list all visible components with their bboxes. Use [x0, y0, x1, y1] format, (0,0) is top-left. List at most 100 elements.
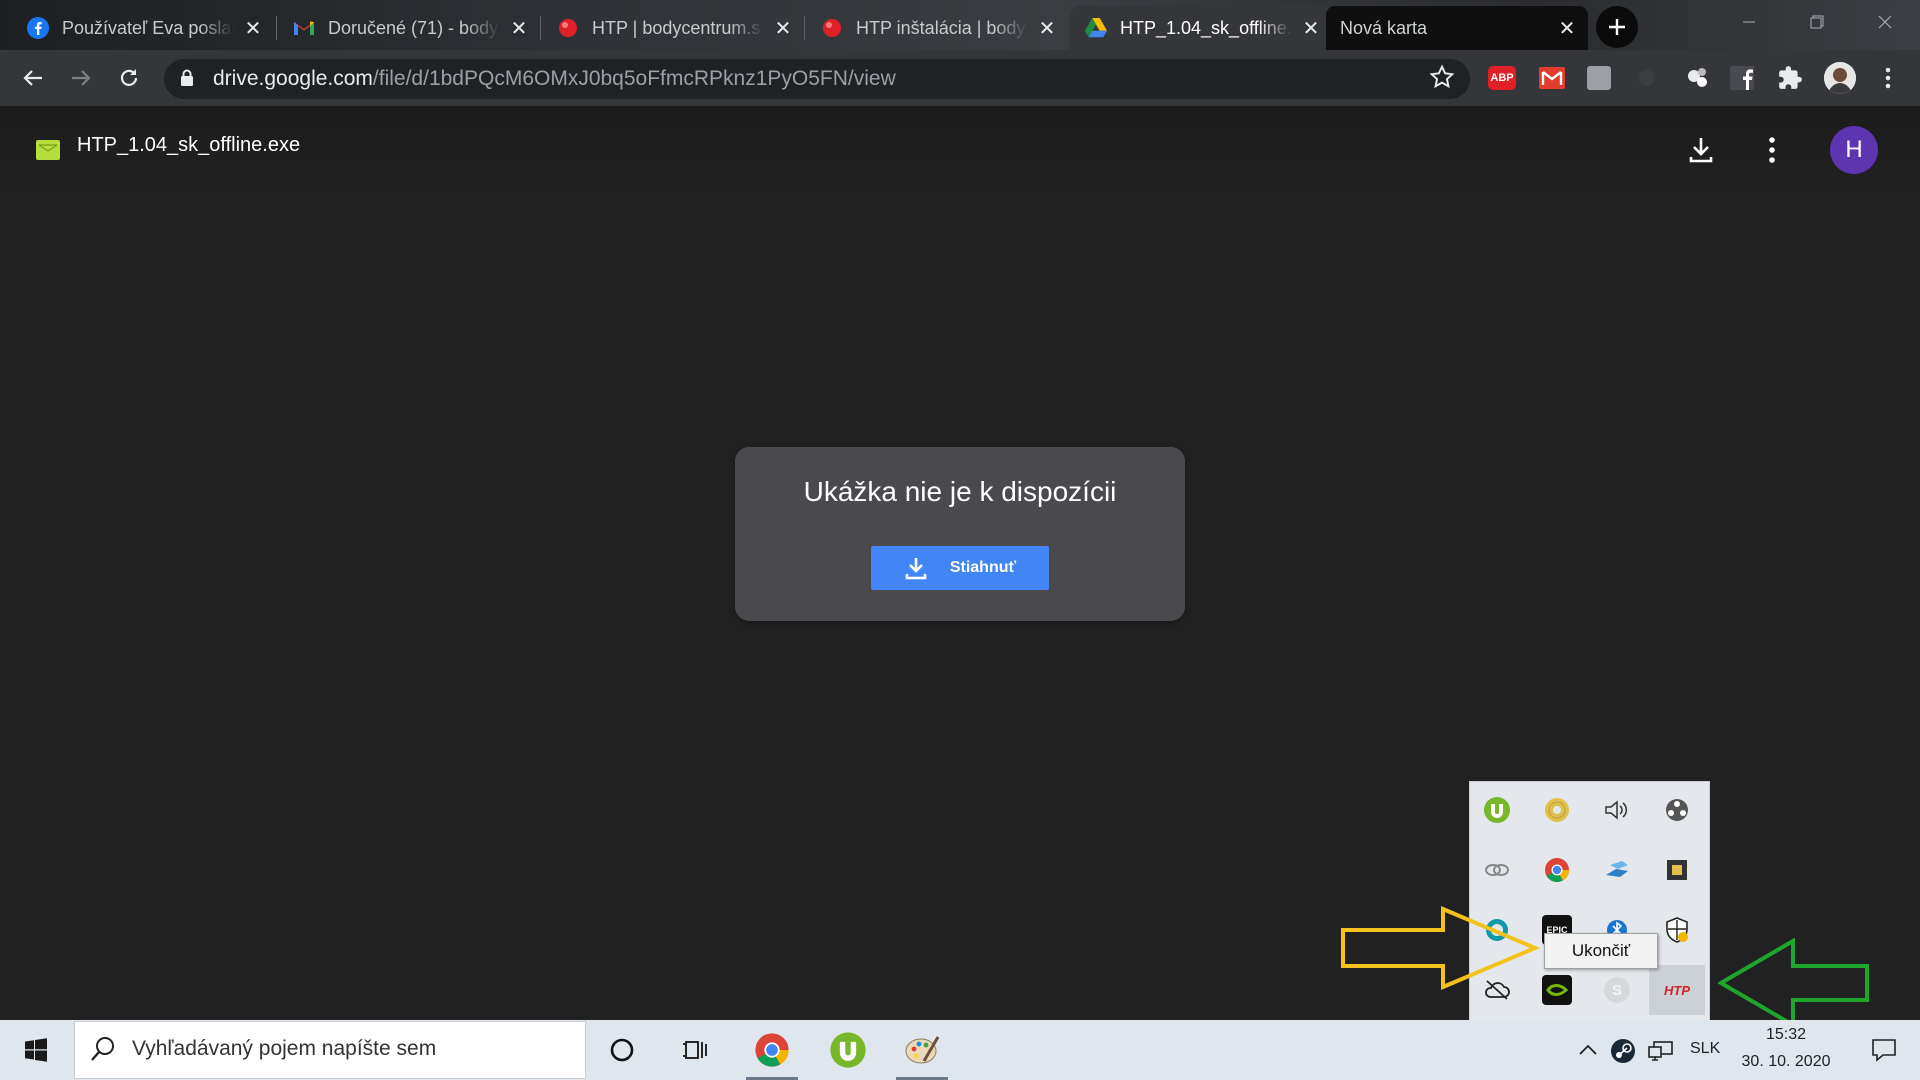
bookmark-star-icon[interactable]	[1429, 64, 1455, 95]
tab-title: Doručené (71) - body	[328, 17, 499, 38]
close-tab-icon[interactable]: ✕	[1034, 15, 1060, 41]
close-tab-icon[interactable]: ✕	[240, 15, 266, 41]
show-hidden-icons-button[interactable]	[1577, 1040, 1599, 1065]
lock-icon	[180, 69, 194, 92]
extension-icon[interactable]	[1587, 66, 1611, 90]
tab-title: Používateľ Eva poslal	[62, 17, 234, 38]
kebab-menu-icon	[1769, 137, 1775, 163]
cortana-button[interactable]	[592, 1020, 652, 1080]
windows-logo-icon	[25, 1038, 47, 1062]
more-options-button[interactable]	[1754, 132, 1790, 168]
forward-button[interactable]	[63, 60, 99, 96]
arrow-left-icon	[23, 70, 42, 86]
tab-divider	[540, 16, 541, 40]
minimize-icon	[1743, 21, 1755, 23]
tab-htp-instalacia[interactable]: HTP inštalácia | body ✕	[806, 6, 1068, 50]
notification-icon	[1872, 1039, 1896, 1062]
taskbar-utorrent[interactable]	[818, 1020, 878, 1080]
volume-icon[interactable]	[1602, 795, 1632, 825]
close-tab-icon[interactable]: ✕	[1554, 15, 1580, 41]
restore-button[interactable]	[1792, 4, 1842, 40]
green-arrow-annotation	[1717, 937, 1870, 1033]
new-tab-button[interactable]	[1596, 6, 1638, 48]
gmail-extension-icon[interactable]	[1539, 67, 1565, 94]
security-shield-icon[interactable]	[1662, 915, 1692, 945]
media-icon[interactable]	[1662, 795, 1692, 825]
puzzle-extension-icon[interactable]	[1684, 64, 1710, 95]
gmail-icon	[292, 16, 316, 40]
minimize-button[interactable]	[1724, 4, 1774, 40]
tab-htp-bodycentrum[interactable]: HTP | bodycentrum.s ✕	[542, 6, 804, 50]
tab-gmail[interactable]: Doručené (71) - body ✕	[278, 6, 540, 50]
close-tab-icon[interactable]: ✕	[770, 15, 796, 41]
taskbar-chrome[interactable]	[742, 1020, 802, 1080]
reload-button[interactable]	[111, 60, 147, 96]
tab-new-tab[interactable]: Nová karta ✕	[1326, 6, 1588, 50]
abp-label: ABP	[1490, 72, 1514, 84]
clock-time[interactable]: 15:32	[1728, 1026, 1844, 1044]
close-icon	[1878, 15, 1892, 29]
tab-google-drive[interactable]: HTP_1.04_sk_offline.e ✕	[1070, 6, 1332, 50]
network-icon[interactable]	[1602, 855, 1632, 885]
download-icon	[905, 558, 927, 580]
network-status-icon[interactable]	[1648, 1040, 1674, 1067]
exit-tooltip: Ukončiť	[1544, 933, 1658, 969]
s-app-icon[interactable]: S	[1602, 975, 1632, 1005]
s-label: S	[1611, 981, 1622, 999]
nvidia-icon[interactable]	[1542, 975, 1572, 1005]
tab-title: HTP inštalácia | body	[856, 17, 1026, 38]
paint-palette-icon	[905, 1036, 940, 1064]
disc-icon[interactable]	[1542, 795, 1572, 825]
search-icon	[90, 1036, 116, 1067]
profile-avatar[interactable]	[1824, 62, 1856, 94]
chrome-icon	[755, 1033, 789, 1067]
url-path: /file/d/1bdPQcM6OMxJ0bq5oFfmcRPknz1PyO5F…	[372, 67, 896, 90]
plus-icon	[1609, 19, 1625, 35]
cloud-link-icon[interactable]	[1482, 855, 1512, 885]
google-drive-icon	[1084, 16, 1108, 40]
htp-icon[interactable]: HTP	[1649, 965, 1705, 1015]
tab-divider	[276, 16, 277, 40]
task-view-icon	[683, 1041, 707, 1059]
clock-date[interactable]: 30. 10. 2020	[1728, 1053, 1844, 1071]
profile-photo-icon	[1824, 62, 1856, 94]
red-dot-icon	[556, 16, 580, 40]
chrome-icon[interactable]	[1542, 855, 1572, 885]
close-tab-icon[interactable]: ✕	[1298, 15, 1324, 41]
utorrent-icon[interactable]	[1482, 795, 1512, 825]
back-button[interactable]	[15, 60, 51, 96]
account-avatar[interactable]: H	[1830, 126, 1878, 174]
url-host: drive.google.com	[213, 67, 373, 90]
url-text[interactable]: drive.google.com/file/d/1bdPQcM6OMxJ0bq5…	[213, 63, 896, 95]
close-tab-icon[interactable]: ✕	[506, 15, 532, 41]
tab-facebook[interactable]: Používateľ Eva poslal ✕	[12, 6, 274, 50]
s-app-badge: S	[1604, 977, 1630, 1003]
avatar-letter: H	[1845, 136, 1863, 163]
extensions-icon[interactable]	[1777, 65, 1803, 96]
download-label: Stiahnuť	[949, 559, 1017, 576]
tab-title: Nová karta	[1340, 17, 1428, 38]
tab-title: HTP_1.04_sk_offline.e	[1120, 17, 1292, 38]
action-center-button[interactable]	[1854, 1020, 1914, 1080]
facebook-icon	[26, 16, 50, 40]
utorrent-icon	[830, 1032, 866, 1068]
htp-label: HTP	[1664, 982, 1690, 998]
download-button[interactable]	[1683, 132, 1719, 168]
red-dot-icon	[820, 16, 844, 40]
app-icon[interactable]	[1662, 855, 1692, 885]
adblock-plus-icon[interactable]: ABP	[1488, 66, 1516, 90]
task-view-button[interactable]	[666, 1020, 726, 1080]
extension-dot-icon[interactable]	[1639, 70, 1655, 86]
file-type-icon	[36, 140, 60, 160]
chevron-up-icon	[1579, 1044, 1597, 1055]
download-file-button[interactable]: Stiahnuť	[871, 546, 1049, 590]
browser-menu-button[interactable]	[1878, 64, 1898, 92]
taskbar-paint[interactable]	[892, 1020, 952, 1080]
reload-icon	[120, 69, 138, 86]
facebook-extension-icon[interactable]	[1730, 66, 1754, 90]
steam-icon[interactable]	[1610, 1038, 1636, 1069]
input-language[interactable]: SLK	[1690, 1040, 1720, 1058]
kebab-menu-icon	[1885, 67, 1891, 89]
start-button[interactable]	[6, 1020, 66, 1080]
close-window-button[interactable]	[1860, 4, 1910, 40]
